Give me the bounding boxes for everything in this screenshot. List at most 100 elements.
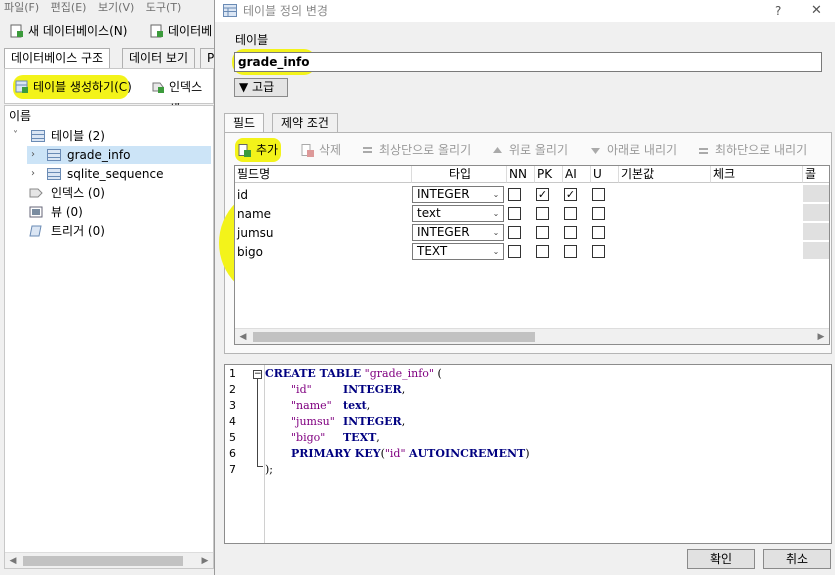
menu-tools[interactable]: 도구(T) xyxy=(142,0,186,16)
collation-cell[interactable] xyxy=(803,223,829,241)
type-select[interactable]: TEXT ⌄ xyxy=(412,243,504,260)
type-select[interactable]: INTEGER ⌄ xyxy=(412,224,504,241)
open-database-button[interactable]: 데이터베 xyxy=(148,20,212,42)
col-header-type[interactable]: 타입 xyxy=(412,166,507,183)
sql-identifier: "id" xyxy=(384,447,406,460)
ok-button[interactable]: 확인 xyxy=(687,549,755,569)
type-select[interactable]: text ⌄ xyxy=(412,205,504,222)
sql-line-6: PRIMARY KEY("id" AUTOINCREMENT) xyxy=(291,446,530,462)
tree-item-sqlite-sequence[interactable]: › sqlite_sequence xyxy=(27,165,211,183)
chevron-right-icon[interactable]: › xyxy=(31,150,41,160)
add-field-button[interactable]: 추가 xyxy=(238,140,278,160)
chevron-down-icon[interactable]: ˅ xyxy=(13,131,23,141)
grid-horizontal-scrollbar[interactable]: ◀ ▶ xyxy=(235,328,829,344)
fold-toggle-icon[interactable]: − xyxy=(253,370,262,379)
field-name-cell[interactable]: id xyxy=(237,186,248,205)
scroll-left-icon[interactable]: ◀ xyxy=(5,553,21,569)
collation-cell[interactable] xyxy=(803,242,829,260)
sql-identifier: "name" xyxy=(291,399,332,412)
nn-checkbox[interactable] xyxy=(508,207,521,220)
col-header-nn[interactable]: NN xyxy=(507,166,535,183)
nn-checkbox[interactable] xyxy=(508,188,521,201)
field-name-cell[interactable]: jumsu xyxy=(237,224,274,243)
unique-checkbox[interactable] xyxy=(592,245,605,258)
nn-checkbox[interactable] xyxy=(508,226,521,239)
view-icon xyxy=(29,206,43,218)
move-up-button[interactable]: 위로 올리기 xyxy=(491,140,568,160)
line-number: 3 xyxy=(229,399,236,412)
move-down-button[interactable]: 아래로 내리기 xyxy=(589,140,677,160)
sql-identifier: "jumsu" xyxy=(291,415,335,428)
collation-cell[interactable] xyxy=(803,204,829,222)
pk-checkbox[interactable] xyxy=(536,207,549,220)
advanced-button[interactable]: ▼ 고급 xyxy=(234,78,288,97)
new-database-button[interactable]: 새 데이터베이스(N) xyxy=(8,20,127,42)
chevron-right-icon[interactable]: › xyxy=(31,169,41,179)
open-database-icon xyxy=(150,24,163,38)
ai-checkbox[interactable]: ✓ xyxy=(564,188,577,201)
nn-checkbox[interactable] xyxy=(508,245,521,258)
type-value: INTEGER xyxy=(417,225,470,239)
table-icon xyxy=(47,168,61,180)
field-name-cell[interactable]: name xyxy=(237,205,271,224)
unique-checkbox[interactable] xyxy=(592,226,605,239)
type-select[interactable]: INTEGER ⌄ xyxy=(412,186,504,203)
tab-browse-data[interactable]: 데이터 보기 xyxy=(122,48,196,68)
tab-fields[interactable]: 필드 xyxy=(224,113,265,134)
delete-field-button[interactable]: 삭제 xyxy=(301,140,341,160)
create-table-icon xyxy=(15,80,28,93)
fields-grid[interactable]: 필드명 타입 NN PK AI U 기본값 체크 콜 id INTEGER ⌄ ✓… xyxy=(234,165,830,345)
pk-checkbox[interactable]: ✓ xyxy=(536,188,549,201)
ai-checkbox[interactable] xyxy=(564,245,577,258)
tree-node-indexes[interactable]: 인덱스 (0) xyxy=(9,184,209,202)
unique-checkbox[interactable] xyxy=(592,207,605,220)
tree-item-grade-info[interactable]: › grade_info xyxy=(27,146,211,164)
tree-horizontal-scrollbar[interactable]: ◀ ▶ xyxy=(5,552,213,568)
scroll-thumb[interactable] xyxy=(253,332,535,342)
line-number: 2 xyxy=(229,383,236,396)
scroll-left-icon[interactable]: ◀ xyxy=(235,329,251,344)
col-header-ai[interactable]: AI xyxy=(563,166,591,183)
menu-file[interactable]: 파일(F) xyxy=(0,0,43,16)
tree-node-tables[interactable]: ˅ 테이블 (2) xyxy=(9,127,209,145)
schema-tree[interactable]: 이름 ˅ 테이블 (2) › grade_info › sqlite_seque… xyxy=(4,105,214,569)
tab-constraints[interactable]: 제약 조건 xyxy=(272,113,338,133)
tree-node-triggers[interactable]: 트리거 (0) xyxy=(9,222,209,240)
delete-field-label: 삭제 xyxy=(319,143,342,157)
col-header-check[interactable]: 체크 xyxy=(711,166,803,183)
menu-view[interactable]: 보기(V) xyxy=(94,0,138,16)
move-top-icon xyxy=(363,147,372,153)
field-name-cell[interactable]: bigo xyxy=(237,243,263,262)
sql-line-3: "name" text, xyxy=(291,398,370,414)
ai-checkbox[interactable] xyxy=(564,226,577,239)
create-index-button[interactable]: 인덱스 생 xyxy=(149,76,213,116)
move-top-button[interactable]: 최상단으로 올리기 xyxy=(361,140,471,160)
tab-database-structure[interactable]: 데이터베이스 구조 xyxy=(4,48,111,69)
table-name-input[interactable]: grade_info xyxy=(234,52,822,72)
sql-keyword: CREATE TABLE xyxy=(265,367,362,380)
ai-checkbox[interactable] xyxy=(564,207,577,220)
close-button[interactable]: ✕ xyxy=(811,0,822,22)
sql-line-2: "id" INTEGER, xyxy=(291,382,405,398)
create-table-button[interactable]: 테이블 생성하기(C) xyxy=(13,76,132,98)
collation-cell[interactable] xyxy=(803,185,829,203)
col-header-collation[interactable]: 콜 xyxy=(803,166,829,183)
fold-line xyxy=(257,379,258,467)
col-header-field-name[interactable]: 필드명 xyxy=(235,166,412,183)
col-header-u[interactable]: U xyxy=(591,166,619,183)
menu-edit[interactable]: 편집(E) xyxy=(47,0,91,16)
col-header-pk[interactable]: PK xyxy=(535,166,563,183)
pk-checkbox[interactable] xyxy=(536,226,549,239)
move-bottom-button[interactable]: 최하단으로 내리기 xyxy=(697,140,807,160)
help-button[interactable]: ? xyxy=(775,0,781,22)
unique-checkbox[interactable] xyxy=(592,188,605,201)
col-header-default[interactable]: 기본값 xyxy=(619,166,711,183)
pk-checkbox[interactable] xyxy=(536,245,549,258)
sql-preview[interactable]: 1 2 3 4 5 6 7 − CREATE TABLE "grade_info… xyxy=(224,364,832,544)
scroll-right-icon[interactable]: ▶ xyxy=(197,553,213,569)
type-value: TEXT xyxy=(417,244,448,258)
scroll-thumb[interactable] xyxy=(23,556,183,566)
cancel-button[interactable]: 취소 xyxy=(763,549,831,569)
scroll-right-icon[interactable]: ▶ xyxy=(813,329,829,344)
tree-node-views[interactable]: 뷰 (0) xyxy=(9,203,209,221)
